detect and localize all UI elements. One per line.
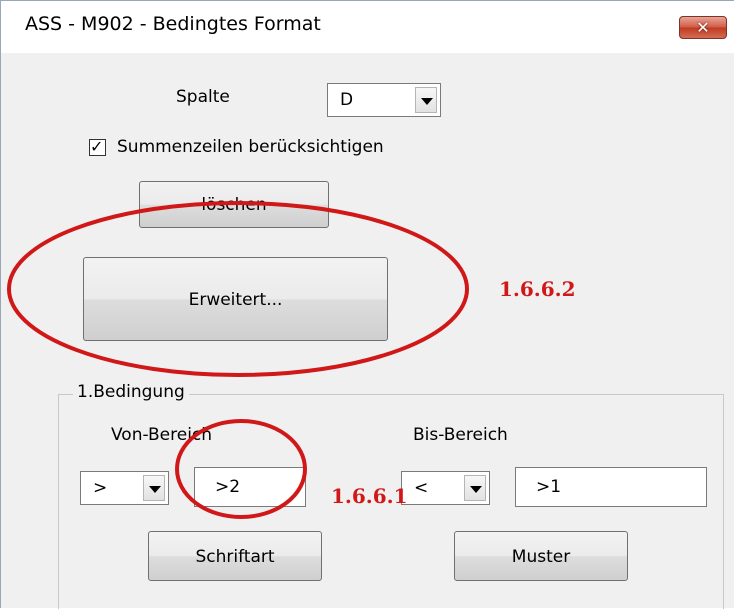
annotation-overlay [7,201,469,519]
dialog-window: ASS - M902 - Bedingtes Format ✕ Spalte D… [0,0,734,609]
annotation-label-1661: 1.6.6.1 [331,484,408,508]
annotation-label-1662: 1.6.6.2 [499,277,576,301]
erweitert-annotation-ellipse [7,201,469,377]
von-value-annotation-ellipse [175,419,307,519]
